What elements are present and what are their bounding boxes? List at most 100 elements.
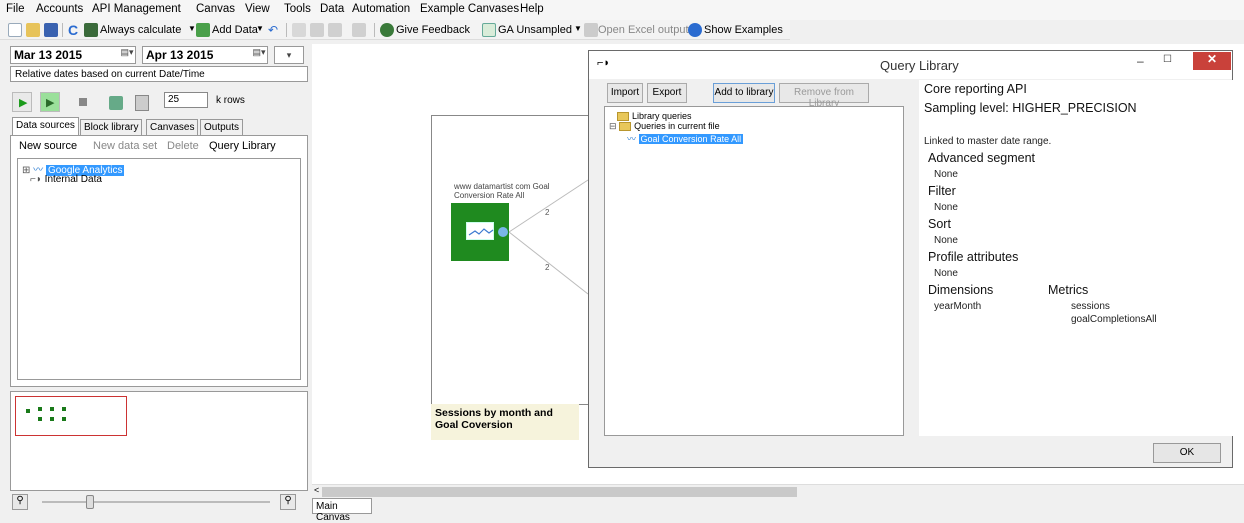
filter-icon[interactable] [352,23,366,37]
play-button[interactable]: ▶ [12,92,32,112]
minimap-node [50,407,54,411]
query-library-button[interactable]: Query Library [209,140,276,152]
menu-data[interactable]: Data [320,3,344,15]
stop-button[interactable] [72,92,92,112]
chevron-down-icon[interactable]: ▼ [574,24,582,33]
minimap-node [38,407,42,411]
tree-item-queries-in-file[interactable]: ⊟ Queries in current file [609,121,720,132]
menu-tools[interactable]: Tools [284,3,311,15]
tree-item-label: Queries in current file [634,121,720,131]
dialog-title-bar[interactable]: ⌐◗ Query Library – ☐ ✕ [589,51,1232,79]
calendar-dropdown-icon[interactable]: ▤▾ [118,47,136,61]
horizontal-scrollbar[interactable]: < [312,484,1244,498]
sample-rows-button[interactable] [106,92,126,112]
folder-icon [619,122,632,132]
remove-from-library-button[interactable]: Remove from Library [779,83,869,109]
zoom-bar: ⚲ ⚲ [10,492,308,514]
zoom-in-icon[interactable]: ⚲ [280,494,296,510]
tab-main-canvas[interactable]: Main Canvas [312,498,372,523]
datasource-tree: ⊞ 〰 Google Analytics ⌐◗ Internal Data [17,158,301,380]
toolbar-separator [374,23,375,37]
delete-button[interactable]: Delete [167,140,199,152]
save-icon[interactable] [44,23,58,37]
zoom-out-icon[interactable]: ⚲ [12,494,28,510]
date-range-dropdown[interactable]: ▾ [274,46,304,64]
zoom-slider-track[interactable] [42,501,270,503]
menu-example-canvases[interactable]: Example Canvases [420,3,519,15]
new-data-set-button[interactable]: New data set [93,140,157,152]
scroll-left-icon[interactable]: < [314,485,319,495]
minimap-node [50,417,54,421]
menu-accounts[interactable]: Accounts [36,3,83,15]
open-folder-icon[interactable] [26,23,40,37]
minimize-icon[interactable]: – [1137,54,1144,68]
menu-automation[interactable]: Automation [352,3,410,15]
open-excel-outputs-button[interactable]: Open Excel outputs [598,24,694,36]
sort-label: Sort [928,217,951,231]
line-chart-icon [466,222,494,240]
menu-canvas[interactable]: Canvas [196,3,235,15]
tab-data-sources[interactable]: Data sources [12,117,79,135]
canvas-minimap[interactable] [10,391,308,491]
relative-dates-note: Relative dates based on current Date/Tim… [10,66,308,82]
internal-data-icon: ⌐◗ [30,174,42,185]
grid-icon[interactable] [292,23,306,37]
menu-file[interactable]: File [6,3,25,15]
refresh-icon[interactable]: C [68,23,82,37]
close-icon[interactable]: ✕ [1193,52,1231,70]
calendar-dropdown-icon[interactable]: ▤▾ [250,47,268,61]
excel-icon [584,23,598,37]
scrollbar-thumb[interactable] [322,487,797,497]
ok-button[interactable]: OK [1153,443,1221,463]
chevron-down-icon[interactable]: ▼ [256,24,264,33]
step-button[interactable]: ▶ [40,92,60,112]
step-icon: ▶ [46,97,55,109]
maximize-icon[interactable]: ☐ [1163,54,1172,65]
tab-outputs[interactable]: Outputs [200,119,244,135]
minimap-node [38,417,42,421]
help-icon [688,23,702,37]
rows-limit-icon [135,95,149,111]
menu-help[interactable]: Help [520,3,544,15]
import-button[interactable]: Import [607,83,643,103]
linked-date-note: Linked to master date range. [924,136,1052,147]
sampling-level: Sampling level: HIGHER_PRECISION [924,101,1137,115]
rows-limit-button[interactable] [132,92,152,112]
zoom-icon[interactable] [310,23,324,37]
tree-item-internal-data[interactable]: ⌐◗ Internal Data [30,174,102,185]
tree-item-library-queries[interactable]: Library queries [617,111,692,122]
chevron-down-icon[interactable]: ▼ [188,24,196,33]
export-button[interactable]: Export [647,83,687,103]
chart-icon[interactable] [328,23,342,37]
node-output-port[interactable] [498,227,508,237]
new-file-icon[interactable] [8,23,22,37]
always-calculate-toggle[interactable]: Always calculate [100,24,181,36]
filter-value: None [934,202,958,213]
undo-icon[interactable]: ↶ [268,23,282,37]
filter-label: Filter [928,184,956,198]
add-data-button[interactable]: Add Data [212,24,258,36]
give-feedback-button[interactable]: Give Feedback [396,24,470,36]
play-icon: ▶ [19,97,28,109]
ga-unsampled-button[interactable]: GA Unsampled [498,24,572,36]
dialog-title: Query Library [880,58,959,73]
tab-canvases[interactable]: Canvases [146,119,199,135]
tree-item-label: Goal Conversion Rate All [638,134,744,144]
ga-query-node[interactable] [451,203,509,261]
canvas-note[interactable]: Sessions by month and Goal Coversion [431,404,579,440]
query-tree: Library queries ⊟ Queries in current fil… [604,106,904,436]
tab-block-library[interactable]: Block library [80,119,143,135]
add-to-library-button[interactable]: Add to library [713,83,775,103]
collapse-icon[interactable]: ⊟ [609,121,617,131]
tree-item-goal-conversion-query[interactable]: 〰 Goal Conversion Rate All [627,132,744,145]
new-source-button[interactable]: New source [19,140,77,152]
rows-limit-input[interactable]: 25 [164,92,208,108]
menu-view[interactable]: View [245,3,270,15]
stop-icon [79,98,87,106]
minimap-viewport[interactable] [15,396,127,436]
show-examples-button[interactable]: Show Examples [704,24,783,36]
zoom-slider-thumb[interactable] [86,495,94,509]
start-date-value: Mar 13 2015 [14,48,83,62]
menu-bar: File Accounts API Management Canvas View… [0,0,1244,20]
menu-api-management[interactable]: API Management [92,3,181,15]
